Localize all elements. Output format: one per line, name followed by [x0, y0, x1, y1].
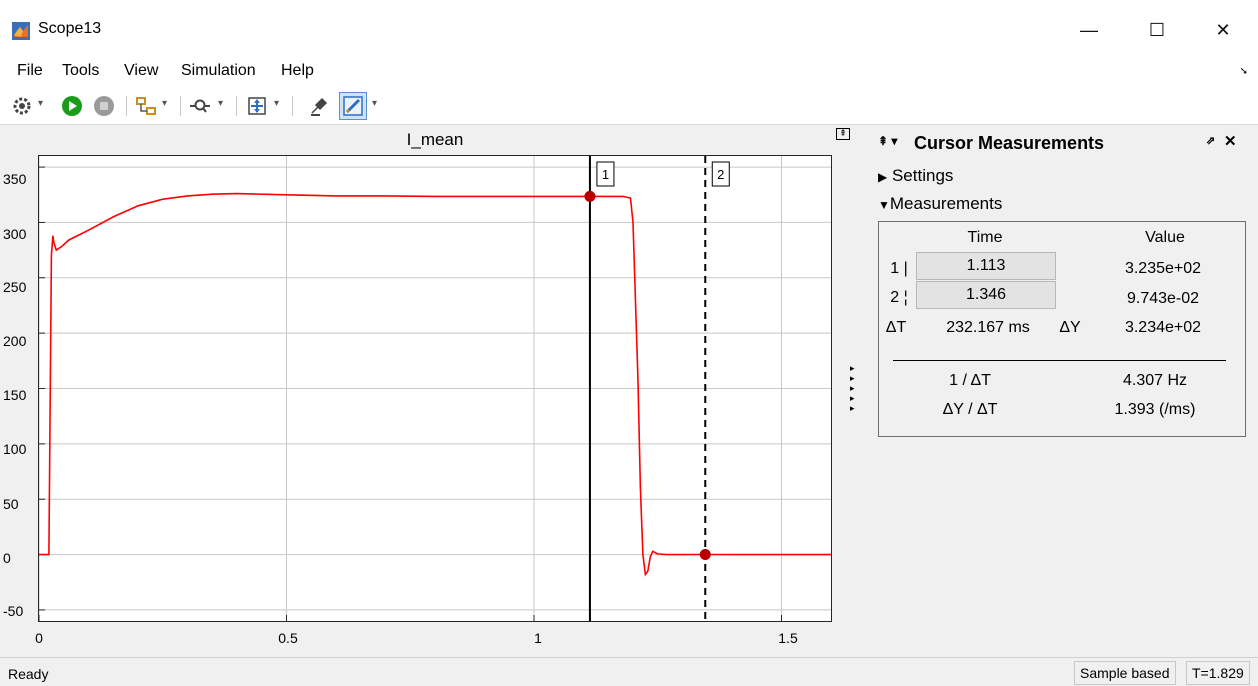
y-tick-label: 350 — [3, 171, 27, 187]
menu-file[interactable]: File — [17, 62, 43, 80]
cursor1-value: 3.235e+02 — [1124, 260, 1202, 277]
matlab-logo-icon — [12, 22, 30, 40]
stop-icon[interactable] — [92, 94, 116, 118]
cursor2-label: 2 ¦ — [890, 289, 908, 306]
autoscale-dropdown-icon[interactable]: ▾ — [274, 98, 279, 109]
delta-y-value: 3.234e+02 — [1124, 319, 1202, 336]
plot-canvas[interactable]: 12 — [38, 156, 831, 621]
x-tick-label: 1.5 — [778, 630, 798, 646]
delta-t-value: 232.167 ms — [946, 319, 1030, 336]
y-tick-label: 50 — [3, 496, 19, 512]
close-button[interactable]: ✕ — [1200, 10, 1246, 50]
menu-help[interactable]: Help — [281, 62, 314, 80]
window-title: Scope13 — [38, 20, 102, 37]
cursor-1-tag-label: 1 — [602, 167, 609, 182]
collapse-arrow-icon: ▼ — [878, 198, 890, 212]
panel-title: Cursor Measurements — [914, 133, 1105, 153]
signal-routing-icon[interactable] — [134, 94, 158, 118]
toolbar-separator — [126, 96, 127, 116]
y-tick-label: 0 — [3, 550, 11, 566]
delta-t-label: ΔT — [885, 319, 907, 336]
panel-close-icon[interactable]: ✕ — [1224, 132, 1237, 150]
cursor-2-tag-label: 2 — [717, 167, 724, 182]
signal-routing-dropdown-icon[interactable]: ▾ — [162, 98, 167, 109]
cursor-1-marker — [584, 190, 596, 202]
expand-arrow-icon: ▶ — [878, 170, 888, 184]
cursor1-time-field[interactable]: 1.113 — [916, 252, 1056, 280]
menu-overflow-arrow-icon[interactable]: ➘ — [1240, 66, 1248, 77]
y-tick-label: 250 — [3, 279, 27, 295]
menu-view[interactable]: View — [124, 62, 158, 80]
measurements-section-toggle[interactable]: ▼Measurements — [878, 194, 1002, 214]
delta-y-label: ΔY — [1059, 319, 1081, 336]
time-column-header: Time — [967, 229, 1003, 246]
toolbar-separator — [292, 96, 293, 116]
y-tick-label: 150 — [3, 387, 27, 403]
cursor-measurements-dropdown-icon[interactable]: ▾ — [372, 98, 377, 109]
panel-collapse-icon[interactable]: ⇞ ▾ — [878, 134, 897, 148]
inverse-delta-t-label: 1 / ΔT — [949, 372, 991, 389]
slope-label: ΔY / ΔT — [942, 401, 998, 418]
minimize-button[interactable]: — — [1066, 10, 1112, 50]
settings-label: Settings — [891, 166, 954, 185]
cursor-2-marker — [699, 548, 711, 560]
toolbar-separator — [236, 96, 237, 116]
run-icon[interactable] — [60, 94, 84, 118]
y-tick-label: 100 — [3, 441, 27, 457]
gear-dropdown-icon[interactable]: ▾ — [38, 98, 43, 109]
settings-section-toggle[interactable]: ▶ Settings — [878, 166, 953, 186]
maximize-button[interactable]: ☐ — [1134, 10, 1180, 50]
toolbar-separator — [180, 96, 181, 116]
x-tick-label: 0.5 — [278, 630, 298, 646]
measurements-label: Measurements — [889, 194, 1003, 213]
menu-bar: File Tools View Simulation Help ➘ — [0, 58, 1258, 86]
cursor2-time-field[interactable]: 1.346 — [916, 281, 1056, 309]
measurements-divider — [893, 360, 1226, 361]
plot-title: I_mean — [406, 130, 464, 149]
zoom-icon[interactable] — [188, 94, 212, 118]
y-tick-label: 300 — [3, 226, 27, 242]
autoscale-icon[interactable] — [245, 94, 269, 118]
status-bar: Ready Sample based T=1.829 — [0, 657, 1258, 686]
y-tick-label: -50 — [3, 603, 24, 619]
expand-panel-arrows-icon[interactable]: ▸ ▸ ▸ ▸ ▸ — [850, 363, 855, 413]
signal-line — [39, 192, 831, 577]
cursor-measurements-icon[interactable] — [339, 92, 367, 120]
inverse-delta-t-value: 4.307 Hz — [1122, 372, 1188, 389]
menu-simulation[interactable]: Simulation — [181, 62, 256, 80]
plot-area[interactable]: 12 — [38, 155, 832, 622]
status-sample-mode: Sample based — [1074, 661, 1176, 685]
cursor2-value: 9.743e-02 — [1126, 290, 1200, 307]
status-ready: Ready — [8, 666, 49, 682]
gear-icon[interactable] — [10, 94, 34, 118]
x-tick-label: 1 — [534, 630, 542, 646]
x-tick-label: 0 — [35, 630, 43, 646]
title-bar: Scope13 — ☐ ✕ — [0, 0, 1258, 58]
undock-icon[interactable]: ⇞ — [836, 128, 850, 140]
slope-value: 1.393 (/ms) — [1114, 401, 1196, 418]
highlight-icon[interactable] — [307, 94, 331, 118]
zoom-dropdown-icon[interactable]: ▾ — [218, 98, 223, 109]
panel-undock-icon[interactable]: ⇗ — [1206, 134, 1215, 147]
toolbar: ▾ ▾ ▾ ▾ ▾ — [0, 88, 1258, 124]
value-column-header: Value — [1145, 229, 1185, 246]
menu-tools[interactable]: Tools — [62, 62, 99, 80]
y-tick-label: 200 — [3, 333, 27, 349]
cursor1-label: 1 | — [890, 260, 908, 277]
status-sim-time: T=1.829 — [1186, 661, 1250, 685]
